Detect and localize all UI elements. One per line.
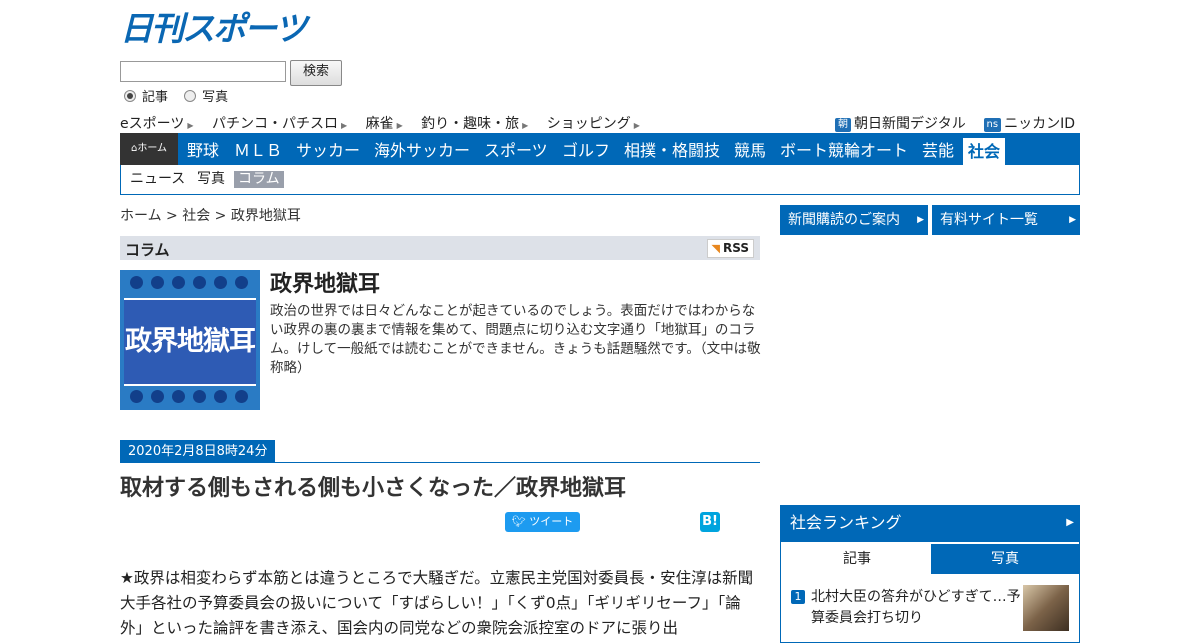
arrow-icon: ▶	[522, 121, 529, 130]
tab-article[interactable]: 記事	[783, 544, 931, 574]
arrow-icon: ▶	[396, 121, 403, 130]
ns-icon: ns	[983, 118, 1002, 132]
ranking-thumbnail[interactable]	[1023, 585, 1069, 631]
column-description: 政治の世界では日々どんなことが起きているのでしょう。表面だけではわからない政界の…	[270, 303, 761, 376]
rss-icon: ◥	[711, 242, 720, 255]
tweet-button[interactable]: 🐦︎ ツイート	[505, 512, 580, 532]
partner-links: 朝朝日新聞デジタル ns ニッカンID	[834, 113, 1075, 133]
subnav-photo[interactable]: 写真	[193, 171, 229, 188]
nav-sports[interactable]: スポーツ	[484, 133, 548, 165]
ranking-box: 記事 写真 1 北村大臣の答弁がひどすぎて…予算委員会打ち切り	[780, 541, 1080, 643]
arrow-icon: ▶	[187, 121, 194, 130]
nav-sumo[interactable]: 相撲・格闘技	[624, 133, 720, 165]
column-image-band: 政界地獄耳	[124, 298, 256, 386]
link-mahjong[interactable]: 麻雀 ▶	[366, 116, 403, 132]
search-button[interactable]: 検索	[290, 60, 342, 86]
arrow-right-icon: ▶	[917, 215, 924, 225]
ranking-item-title[interactable]: 北村大臣の答弁がひどすぎて…予算委員会打ち切り	[811, 587, 1021, 629]
link-nikkan-id[interactable]: ns ニッカンID	[983, 116, 1075, 132]
article-date: 2020年2月8日8時24分	[120, 440, 276, 463]
nav-keiba[interactable]: 競馬	[734, 133, 766, 165]
nav-golf[interactable]: ゴルフ	[562, 133, 610, 165]
link-pachinko[interactable]: パチンコ・パチスロ ▶	[212, 116, 347, 132]
column-header: コラム ◥ RSS	[120, 236, 760, 260]
twitter-icon: 🐦︎	[511, 515, 530, 528]
subnav-news[interactable]: ニュース	[126, 171, 189, 188]
nav-boat[interactable]: ボート競輪オート	[780, 133, 908, 165]
column-title[interactable]: 政界地獄耳	[270, 266, 380, 298]
nav-baseball[interactable]: 野球	[187, 133, 219, 165]
site-logo[interactable]: 日刊スポーツ	[120, 10, 320, 48]
radio-article-label: 記事	[142, 90, 169, 105]
arrow-icon: ▶	[633, 121, 640, 130]
nav-entertainment[interactable]: 芸能	[922, 133, 954, 165]
paid-sites-button[interactable]: 有料サイト一覧 ▶	[932, 205, 1080, 235]
link-fishing[interactable]: 釣り・趣味・旅 ▶	[421, 116, 528, 132]
arrow-right-icon: ▶	[1066, 517, 1074, 528]
arrow-right-icon: ▶	[1069, 215, 1076, 225]
page: 日刊スポーツ 検索 記事 写真 eスポーツ ▶ パチンコ・パチスロ ▶ 麻雀 ▶ 釣り…	[120, 0, 1080, 643]
dots-bottom	[130, 390, 260, 404]
arrow-icon: ▶	[340, 121, 348, 130]
divider	[120, 462, 760, 463]
dots-top	[130, 276, 260, 290]
nav-mlb[interactable]: ＭＬＢ	[234, 133, 282, 165]
breadcrumb[interactable]: ホーム > 社会 > 政界地獄耳	[120, 205, 301, 225]
global-nav: ⌂ホーム 野球 ＭＬＢ サッカー 海外サッカー スポーツ ゴルフ 相撲・格闘技 …	[120, 133, 1080, 165]
hatena-bookmark-button[interactable]: B!	[700, 512, 720, 532]
tab-photo[interactable]: 写真	[931, 544, 1079, 574]
nav-soccer[interactable]: サッカー	[296, 133, 360, 165]
subnav-column[interactable]: コラム	[234, 171, 284, 188]
article-headline: 取材する側もされる側も小さくなった／政界地獄耳	[120, 476, 627, 501]
asahi-icon: 朝	[834, 118, 851, 132]
radio-photo-label: 写真	[202, 90, 229, 105]
service-links: eスポーツ ▶ パチンコ・パチスロ ▶ 麻雀 ▶ 釣り・趣味・旅 ▶ ショッピング ▶	[120, 113, 654, 133]
link-shopping[interactable]: ショッピング ▶	[547, 116, 640, 132]
radio-article[interactable]	[124, 89, 136, 102]
column-header-title: コラム	[125, 241, 170, 259]
nav-society[interactable]: 社会	[963, 138, 1006, 165]
ranking-header[interactable]: 社会ランキング ▶	[780, 505, 1080, 541]
rank-number: 1	[791, 590, 805, 604]
column-image[interactable]: 政界地獄耳	[120, 270, 260, 410]
subscription-button[interactable]: 新聞購読のご案内 ▶	[780, 205, 928, 235]
sub-nav: ニュース 写真 コラム	[120, 165, 1080, 195]
search-scope: 記事 写真	[124, 86, 240, 105]
link-esports[interactable]: eスポーツ ▶	[120, 116, 194, 132]
radio-photo[interactable]	[184, 89, 197, 102]
rss-button[interactable]: ◥ RSS	[706, 239, 754, 258]
nav-home[interactable]: ⌂ホーム	[120, 133, 178, 165]
link-asahi[interactable]: 朝朝日新聞デジタル	[834, 116, 966, 132]
search-input[interactable]	[120, 61, 286, 82]
nav-world-soccer[interactable]: 海外サッカー	[374, 133, 470, 165]
